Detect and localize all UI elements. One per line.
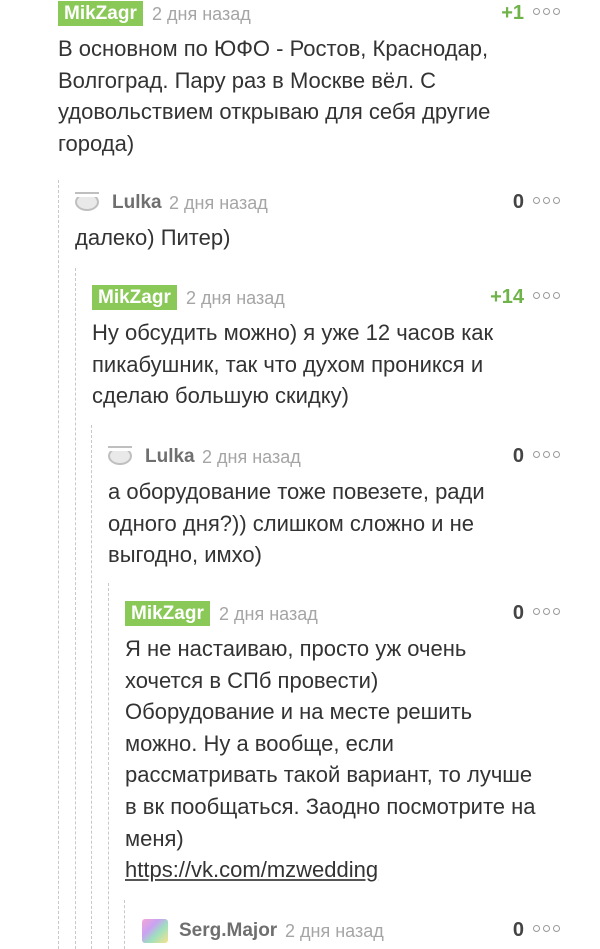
- comment-date: 2 дня назад: [202, 447, 301, 467]
- avatar[interactable]: [108, 446, 132, 465]
- more-options-icon[interactable]: [533, 197, 560, 204]
- comment-date: 2 дня назад: [169, 193, 268, 213]
- comment-date: 2 дня назад: [186, 288, 285, 308]
- author-name[interactable]: MikZagr: [92, 285, 177, 310]
- more-options-icon[interactable]: [533, 8, 560, 15]
- comment-date: 2 дня назад: [219, 604, 318, 624]
- vk-profile-link[interactable]: https://vk.com/mzwedding: [125, 857, 378, 882]
- comment-date: 2 дня назад: [152, 4, 251, 24]
- avatar[interactable]: [75, 192, 99, 211]
- comment-header: MikZagr 2 дня назад +1: [58, 1, 560, 27]
- avatar[interactable]: [142, 919, 168, 943]
- comment: Lulka 2 дня назад 0 далеко) Питер): [75, 190, 560, 254]
- more-options-icon[interactable]: [533, 608, 560, 615]
- comment-header: MikZagr 2 дня назад +14: [92, 285, 560, 311]
- comment-rating: 0: [512, 191, 524, 213]
- comment: Serg.Major 2 дня назад 0: [142, 918, 560, 944]
- comment: MikZagr 2 дня назад +14 Ну обсудить можн…: [92, 285, 560, 412]
- comment: MikZagr 2 дня назад +1 В основном по ЮФО…: [58, 1, 560, 159]
- thread-line-3: [91, 425, 92, 949]
- comment-rating: 0: [512, 445, 524, 467]
- more-options-icon[interactable]: [533, 451, 560, 458]
- comment-text: Ну обсудить можно) я уже 12 часов как пи…: [92, 320, 494, 409]
- comment-header: MikZagr 2 дня назад 0: [125, 601, 560, 627]
- comment-rating: +1: [501, 2, 524, 24]
- comment-date: 2 дня назад: [285, 921, 384, 941]
- comment: Lulka 2 дня назад 0 а оборудование тоже …: [108, 444, 560, 571]
- comment-rating: 0: [512, 602, 524, 624]
- author-name[interactable]: Lulka: [145, 444, 195, 469]
- comment-text: а оборудование тоже повезете, ради одног…: [108, 479, 485, 568]
- comment-header: Lulka 2 дня назад 0: [75, 190, 560, 216]
- comment-rating: 0: [512, 919, 524, 941]
- comment-header: Serg.Major 2 дня назад 0: [142, 918, 560, 944]
- author-name[interactable]: Lulka: [112, 190, 162, 215]
- author-name[interactable]: MikZagr: [125, 601, 210, 626]
- comment-rating: +14: [490, 286, 524, 308]
- comment-text: Я не настаиваю, просто уж очень хочется …: [125, 636, 536, 883]
- thread-line-1: [58, 180, 59, 949]
- comment-text: В основном по ЮФО - Ростов, Краснодар, В…: [58, 36, 491, 156]
- thread-line-2: [75, 268, 76, 949]
- more-options-icon[interactable]: [533, 292, 560, 299]
- comment: MikZagr 2 дня назад 0 Я не настаиваю, пр…: [125, 601, 560, 886]
- thread-line-4: [108, 583, 109, 949]
- comment-header: Lulka 2 дня назад 0: [108, 444, 560, 470]
- more-options-icon[interactable]: [533, 925, 560, 932]
- thread-line-5: [124, 900, 125, 949]
- author-name[interactable]: Serg.Major: [179, 918, 277, 943]
- author-name[interactable]: MikZagr: [58, 1, 143, 26]
- comment-text: далеко) Питер): [75, 225, 231, 250]
